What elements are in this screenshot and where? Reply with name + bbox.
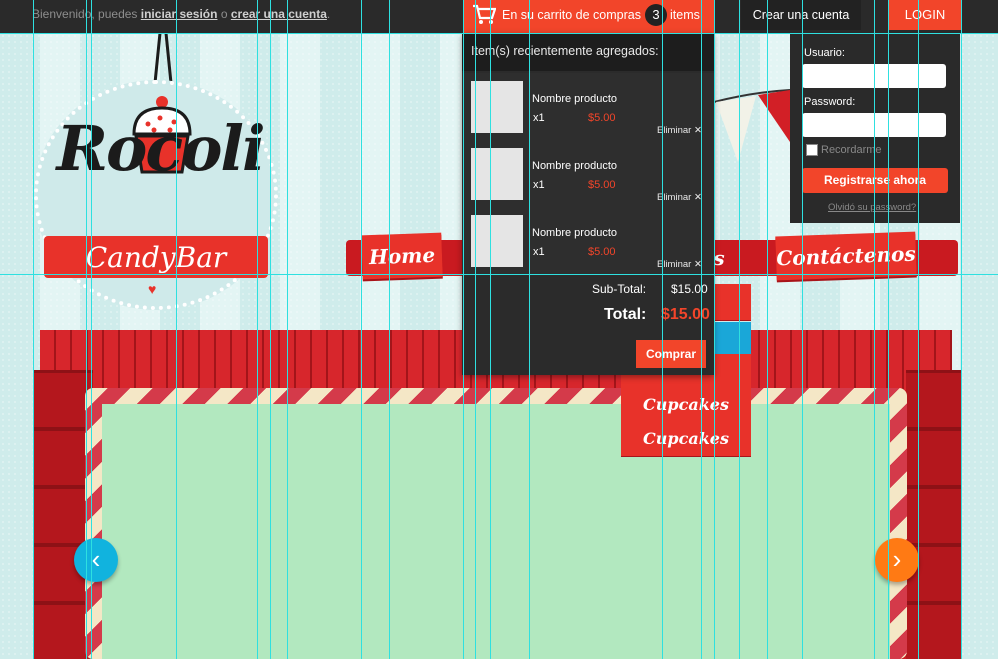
guide-line-vertical — [767, 0, 768, 659]
product-qty: x1 — [533, 179, 545, 191]
bunting-decoration — [714, 89, 790, 162]
create-account-button[interactable]: Crear una cuenta — [741, 0, 861, 30]
product-name[interactable]: Nombre producto — [532, 160, 617, 172]
guide-line-vertical — [33, 0, 34, 659]
register-button[interactable]: Registrarse ahora — [802, 168, 948, 193]
guide-line-vertical — [91, 0, 92, 659]
cart-title: Item(s) recientemente agregados: — [471, 44, 659, 58]
product-thumbnail[interactable] — [471, 148, 523, 200]
brick-wall-right — [906, 370, 962, 659]
slider-next-button[interactable]: › — [875, 538, 919, 582]
brick-wall-left — [33, 370, 93, 659]
nav-dropdown-item[interactable]: Cupcakes — [621, 388, 751, 423]
guide-line-horizontal — [0, 33, 998, 34]
slider-prev-button[interactable]: ‹ — [74, 538, 118, 582]
product-price: $5.00 — [588, 112, 616, 124]
product-name[interactable]: Nombre producto — [532, 93, 617, 105]
remember-label: Recordarme — [821, 144, 882, 156]
username-label: Usuario: — [804, 47, 845, 59]
remove-item-button[interactable]: Eliminar ✕ — [657, 125, 702, 136]
slider-screen — [102, 404, 890, 659]
guide-line-vertical — [802, 0, 803, 659]
guide-line-vertical — [888, 0, 889, 659]
product-price: $5.00 — [588, 246, 616, 258]
guide-line-vertical — [918, 0, 919, 659]
product-name[interactable]: Nombre producto — [532, 227, 617, 239]
product-thumbnail[interactable] — [471, 215, 523, 267]
cart-button[interactable]: En su carrito de compras 3 items — [464, 0, 714, 33]
nav-dropdown-item[interactable]: Cupcakes — [621, 422, 751, 457]
guide-line-vertical — [529, 0, 530, 659]
guide-line-vertical — [257, 0, 258, 659]
subtotal-label: Sub-Total: — [592, 282, 647, 296]
guide-line-vertical — [176, 0, 177, 659]
product-price: $5.00 — [588, 179, 616, 191]
top-bar: Bienvenido, puedes iniciar sesión o crea… — [0, 0, 998, 33]
guide-line-vertical — [701, 0, 702, 659]
product-qty: x1 — [533, 246, 545, 258]
welcome-text: Bienvenido, puedes iniciar sesión o crea… — [32, 7, 330, 21]
heart-icon: ♥ — [148, 281, 157, 297]
cart-dropdown: Item(s) recientemente agregados: Nombre … — [462, 33, 714, 375]
password-label: Password: — [804, 96, 856, 108]
login-button[interactable]: LOGIN — [888, 0, 962, 30]
period: . — [326, 7, 331, 21]
guide-line-vertical — [475, 0, 476, 659]
cart-count-badge: 3 — [645, 4, 667, 26]
guide-line-vertical — [714, 0, 715, 659]
guide-line-vertical — [361, 0, 362, 659]
welcome-prefix: Bienvenido, puedes — [32, 7, 138, 21]
cart-item: Nombre producto x1 $5.00 Eliminar ✕ — [462, 73, 714, 141]
guide-line-vertical — [287, 0, 288, 659]
remember-checkbox[interactable] — [806, 144, 818, 156]
nav-dropdown-highlight — [714, 322, 751, 354]
cart-header: Item(s) recientemente agregados: — [462, 33, 714, 71]
cart-item: Nombre producto x1 $5.00 Eliminar ✕ — [462, 140, 714, 208]
guide-line-vertical — [874, 0, 875, 659]
guide-line-vertical — [961, 0, 962, 659]
cart-item: Nombre producto x1 $5.00 Eliminar ✕ — [462, 207, 714, 275]
register-link[interactable]: crear una cuenta — [231, 7, 327, 21]
login-panel: Usuario: Password: Recordarme Registrars… — [790, 33, 960, 223]
guide-line-vertical — [86, 0, 87, 659]
cart-label: En su carrito de compras — [502, 8, 641, 22]
guide-line-vertical — [490, 0, 491, 659]
or-text: o — [220, 7, 228, 21]
guide-line-vertical — [662, 0, 663, 659]
total-value: $15.00 — [661, 306, 710, 323]
guide-line-vertical — [389, 0, 390, 659]
forgot-password-link[interactable]: Olvidó su password? — [828, 202, 916, 213]
cart-items-word: items — [670, 8, 700, 22]
subtotal-value: $15.00 — [671, 282, 708, 296]
logo-title: Rocoli — [56, 112, 265, 185]
guide-line-vertical — [739, 0, 740, 659]
remove-item-button[interactable]: Eliminar ✕ — [657, 192, 702, 203]
product-qty: x1 — [533, 112, 545, 124]
total-label: Total: — [604, 306, 647, 323]
buy-button[interactable]: Comprar — [636, 340, 706, 368]
logo-subtitle: CandyBar — [85, 241, 227, 274]
remove-item-button[interactable]: Eliminar ✕ — [657, 259, 702, 270]
product-thumbnail[interactable] — [471, 81, 523, 133]
nav-home[interactable]: Home — [361, 232, 443, 280]
guide-line-vertical — [463, 0, 464, 659]
guide-line-vertical — [270, 0, 271, 659]
guide-line-horizontal — [0, 274, 998, 275]
login-link[interactable]: iniciar sesión — [141, 7, 218, 21]
